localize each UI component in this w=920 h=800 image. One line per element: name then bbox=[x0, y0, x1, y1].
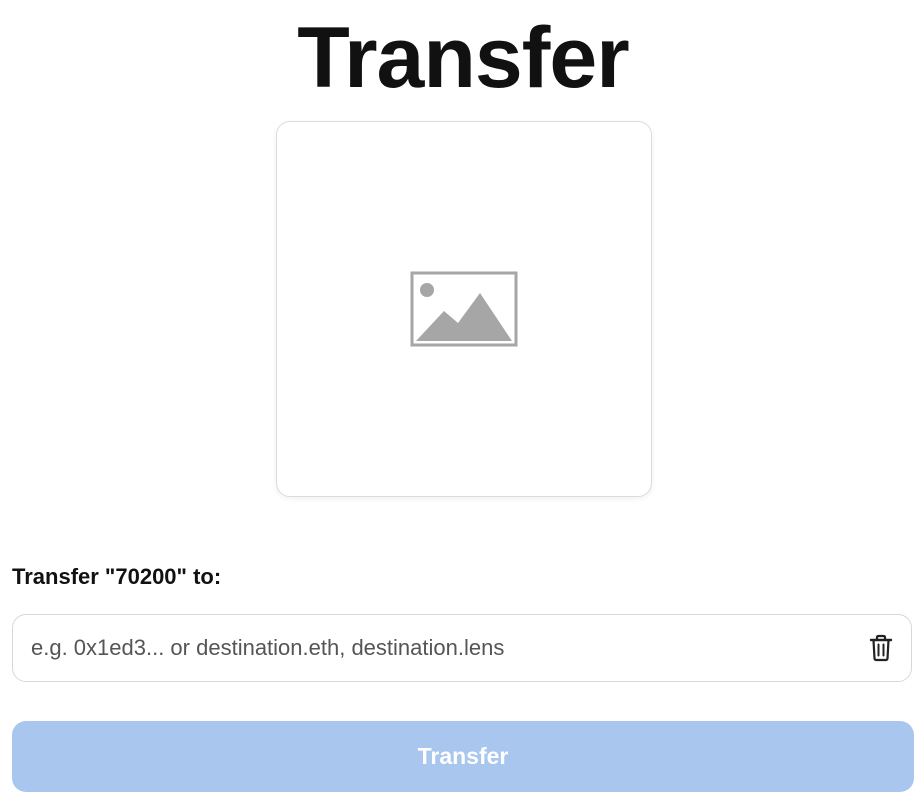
transfer-page: Transfer Transfer "70200" to: Transfer bbox=[0, 0, 920, 800]
nft-preview-card bbox=[276, 121, 652, 497]
recipient-address-input[interactable] bbox=[13, 615, 851, 681]
trash-icon bbox=[869, 634, 893, 662]
clear-recipient-button[interactable] bbox=[851, 615, 911, 681]
image-placeholder-icon bbox=[410, 271, 518, 347]
transfer-button[interactable]: Transfer bbox=[12, 721, 914, 792]
page-title: Transfer bbox=[297, 10, 629, 106]
recipient-label: Transfer "70200" to: bbox=[12, 564, 222, 589]
recipient-field bbox=[12, 614, 912, 682]
